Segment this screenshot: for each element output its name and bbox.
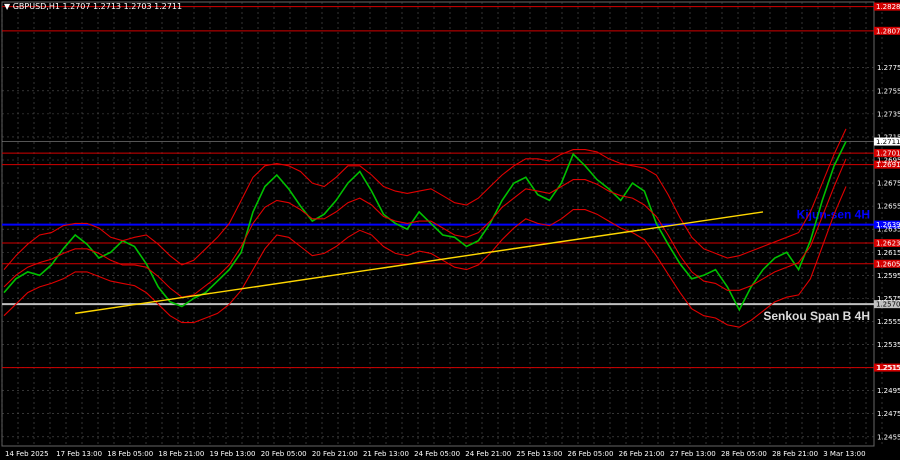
x-tick-label: 14 Feb 2025	[5, 450, 49, 458]
y-tick-label: 1.2555	[877, 318, 900, 326]
y-tick-label: 1.2515	[877, 364, 900, 372]
y-tick-label: 1.2655	[877, 203, 900, 211]
x-tick-label: 26 Feb 21:00	[619, 450, 665, 458]
price-chart: 1.28281.28071.27011.26911.26231.26051.25…	[1, 1, 900, 458]
y-tick-label: 1.2455	[877, 433, 900, 441]
x-tick-label: 20 Feb 21:00	[312, 450, 358, 458]
x-tick-label: 18 Feb 21:00	[158, 450, 204, 458]
senkou-span-b-label: Senkou Span B 4H	[763, 309, 870, 323]
y-tick-label: 1.2595	[877, 272, 900, 280]
x-tick-label: 3 Mar 13:00	[823, 450, 865, 458]
y-tick-label: 1.2575	[877, 295, 900, 303]
y-tick-label: 1.2695	[877, 156, 900, 164]
x-tick-label: 24 Feb 21:00	[465, 450, 511, 458]
price-level-label: 1.2807	[876, 27, 900, 35]
x-tick-label: 25 Feb 13:00	[516, 450, 562, 458]
y-tick-label: 1.2735	[877, 110, 900, 118]
x-tick-label: 28 Feb 05:00	[721, 450, 767, 458]
y-tick-label: 1.2475	[877, 410, 900, 418]
price-level-label: 1.2828	[876, 3, 900, 11]
x-tick-label: 27 Feb 13:00	[670, 450, 716, 458]
y-tick-label: 1.2615	[877, 249, 900, 257]
x-tick-label: 28 Feb 21:00	[772, 450, 818, 458]
price-levels: 1.28281.28071.27011.26911.26231.26051.25…	[2, 2, 900, 372]
x-tick-label: 24 Feb 05:00	[414, 450, 460, 458]
x-tick-label: 20 Feb 05:00	[261, 450, 307, 458]
y-tick-label: 1.2495	[877, 387, 900, 395]
y-tick-label: 1.2635	[877, 226, 900, 234]
y-tick-label: 1.2675	[877, 180, 900, 188]
price-level-label: 1.2605	[876, 260, 900, 268]
x-tick-label: 17 Feb 13:00	[56, 450, 102, 458]
kijun-sen-label: Kijun-sen 4H	[797, 208, 870, 222]
price-level-label: 1.2623	[876, 240, 900, 248]
x-tick-label: 26 Feb 05:00	[568, 450, 614, 458]
x-tick-label: 21 Feb 13:00	[363, 450, 409, 458]
chart-title: ▼ GBPUSD,H1 1.2707 1.2713 1.2703 1.2711	[4, 2, 183, 11]
y-tick-label: 1.2715	[877, 133, 900, 141]
chart-axes: 1.2775 1.2755 1.2735 1.2715 1.2695 1.2675 1.26…	[5, 64, 900, 458]
x-tick-label: 19 Feb 13:00	[210, 450, 256, 458]
x-tick-label: 18 Feb 05:00	[107, 450, 153, 458]
y-tick-label: 1.2775	[877, 64, 900, 72]
y-tick-label: 1.2535	[877, 341, 900, 349]
y-tick-label: 1.2755	[877, 87, 900, 95]
